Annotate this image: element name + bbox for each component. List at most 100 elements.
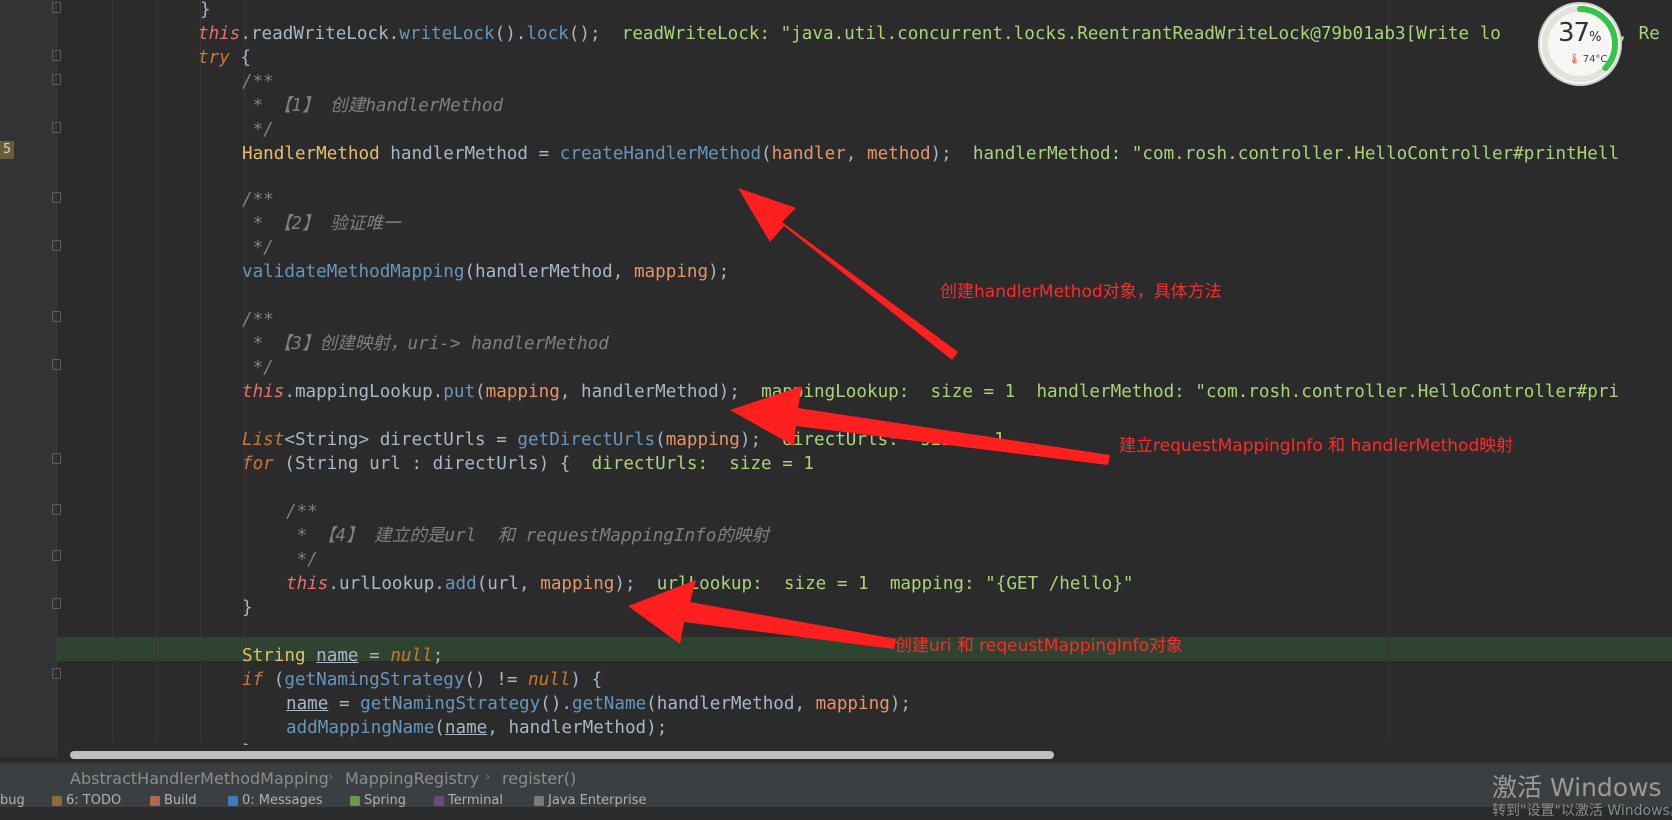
tool-window-build[interactable]: Build [150,793,197,807]
code-token: method [866,144,931,164]
code-editor[interactable]: } this.readWriteLock.writeLock().lock(); … [0,0,1672,745]
code-token: <String> directUrls = [284,430,518,450]
debug-inline-value: directUrls: size = 1 [782,430,1005,450]
build-icon [150,795,160,806]
tool-window-todo[interactable]: 6: TODO [52,793,121,807]
code-line[interactable]: try { [198,46,251,70]
code-token: ); [889,694,911,714]
code-token: /** [242,190,274,210]
code-token: name [286,694,329,714]
code-token: * 【2】 验证唯一 [242,214,401,234]
annotation-create-handler: 创建handlerMethod对象，具体方法 [940,282,1222,302]
code-line[interactable]: HandlerMethod handlerMethod = createHand… [242,142,1619,166]
code-token: */ [242,358,274,378]
code-line[interactable]: */ [242,118,274,142]
code-line[interactable]: } [242,740,253,745]
horizontal-scrollbar-thumb[interactable] [70,751,1054,759]
code-line[interactable]: /** [242,308,274,332]
code-token: () != [464,670,529,690]
code-token: String [242,646,306,666]
code-token: mapping [540,574,615,594]
breadcrumb-class[interactable]: AbstractHandlerMethodMapping [70,769,329,788]
code-line[interactable]: */ [286,548,318,572]
code-token: validateMethodMapping [242,262,465,282]
temperature-widget[interactable]: 37% 🌡 74°C [1540,4,1620,84]
breadcrumb-method[interactable]: register() [502,769,576,788]
code-line[interactable]: String name = null; [242,644,443,668]
code-token: createHandlerMethod [559,144,762,164]
code-token: } [242,742,253,745]
code-line[interactable]: } [242,596,253,620]
breadcrumb: AbstractHandlerMethodMapping › MappingRe… [0,762,1672,793]
code-line[interactable]: */ [242,356,274,380]
tool-window-spring[interactable]: Spring [350,793,406,807]
code-token: ( [761,144,772,164]
code-line[interactable]: List<String> directUrls = getDirectUrls(… [242,428,1005,452]
code-token: ); [614,574,657,594]
code-line[interactable]: /** [286,500,318,524]
code-token: (). [494,24,527,44]
debug-inline-value: urlLookup: size = 1 mapping: "{GET /hell… [656,574,1134,594]
code-line[interactable]: * 【2】 验证唯一 [242,212,401,236]
annotation-uri: 创建uri 和 reqeustMappingInfo对象 [895,636,1184,656]
code-token: (). [540,694,573,714]
code-token: null [528,670,571,690]
code-line[interactable]: /** [242,188,274,212]
code-token: */ [242,120,274,140]
code-line[interactable]: this.readWriteLock.writeLock().lock(); r… [198,22,1660,46]
breadcrumb-separator-icon: › [485,769,491,785]
code-line[interactable]: * 【4】 建立的是url 和 requestMappingInfo的映射 [286,524,770,548]
code-token: mapping [665,430,740,450]
code-line[interactable]: if (getNamingStrategy() != null) { [242,668,602,692]
gauge-temperature: 🌡 74°C [1568,54,1608,65]
code-line[interactable]: /** [242,70,274,94]
code-token: this [286,574,329,594]
code-token: getDirectUrls [517,430,656,450]
windows-activation-subtitle: 转到"设置"以激活 Windows。 [1492,803,1672,819]
code-line[interactable]: this.mappingLookup.put(mapping, handlerM… [242,380,1619,404]
thermometer-icon: 🌡 [1568,54,1581,65]
code-token: for [242,454,274,474]
code-token: getNamingStrategy [360,694,541,714]
code-token: mapping [815,694,890,714]
code-line[interactable]: name = getNamingStrategy().getName(handl… [286,692,911,716]
code-line[interactable]: validateMethodMapping(handlerMethod, map… [242,260,729,284]
code-token: ); [739,430,783,450]
code-line[interactable]: this.urlLookup.add(url, mapping); urlLoo… [286,572,1133,596]
code-line[interactable]: for (String url : directUrls) { directUr… [242,452,814,476]
breadcrumb-inner-class[interactable]: MappingRegistry [345,769,479,788]
code-line[interactable]: } [200,0,211,22]
code-token: */ [242,238,274,258]
code-token: (); [568,24,622,44]
tool-window-terminal[interactable]: Terminal [434,793,503,807]
java-enterprise-icon [534,795,544,806]
tool-window-messages[interactable]: 0: Messages [228,793,323,807]
code-token: List [242,430,285,450]
code-line[interactable]: * 【1】 创建handlerMethod [242,94,503,118]
todo-icon [52,795,62,806]
tool-window-debug[interactable]: bug [0,793,25,807]
code-line[interactable]: * 【3】创建映射，uri-> handlerMethod [242,332,609,356]
code-token: ); [708,262,730,282]
code-token: mapping [485,382,560,402]
code-token: .urlLookup. [328,574,445,594]
code-token: * 【1】 创建handlerMethod [242,96,504,116]
code-token: , handlerMethod); [559,382,762,402]
code-token: ); [930,144,973,164]
code-token: handlerMethod = [379,144,560,164]
code-token: , handlerMethod); [487,718,668,738]
code-token: mapping [633,262,709,282]
code-token: put [443,382,476,402]
code-token: .readWriteLock. [240,24,400,44]
code-token: ( [434,718,445,738]
tool-window-bar: bug 6: TODO Build 0: Messages Spring Ter… [0,792,1672,807]
code-token: if [242,670,264,690]
tool-window-java-enterprise[interactable]: Java Enterprise [534,793,646,807]
terminal-icon [434,795,444,806]
messages-icon [228,795,238,806]
code-line[interactable]: */ [242,236,274,260]
code-token: handler [771,144,846,164]
spring-icon [350,795,360,806]
code-line[interactable]: addMappingName(name, handlerMethod); [286,716,667,740]
